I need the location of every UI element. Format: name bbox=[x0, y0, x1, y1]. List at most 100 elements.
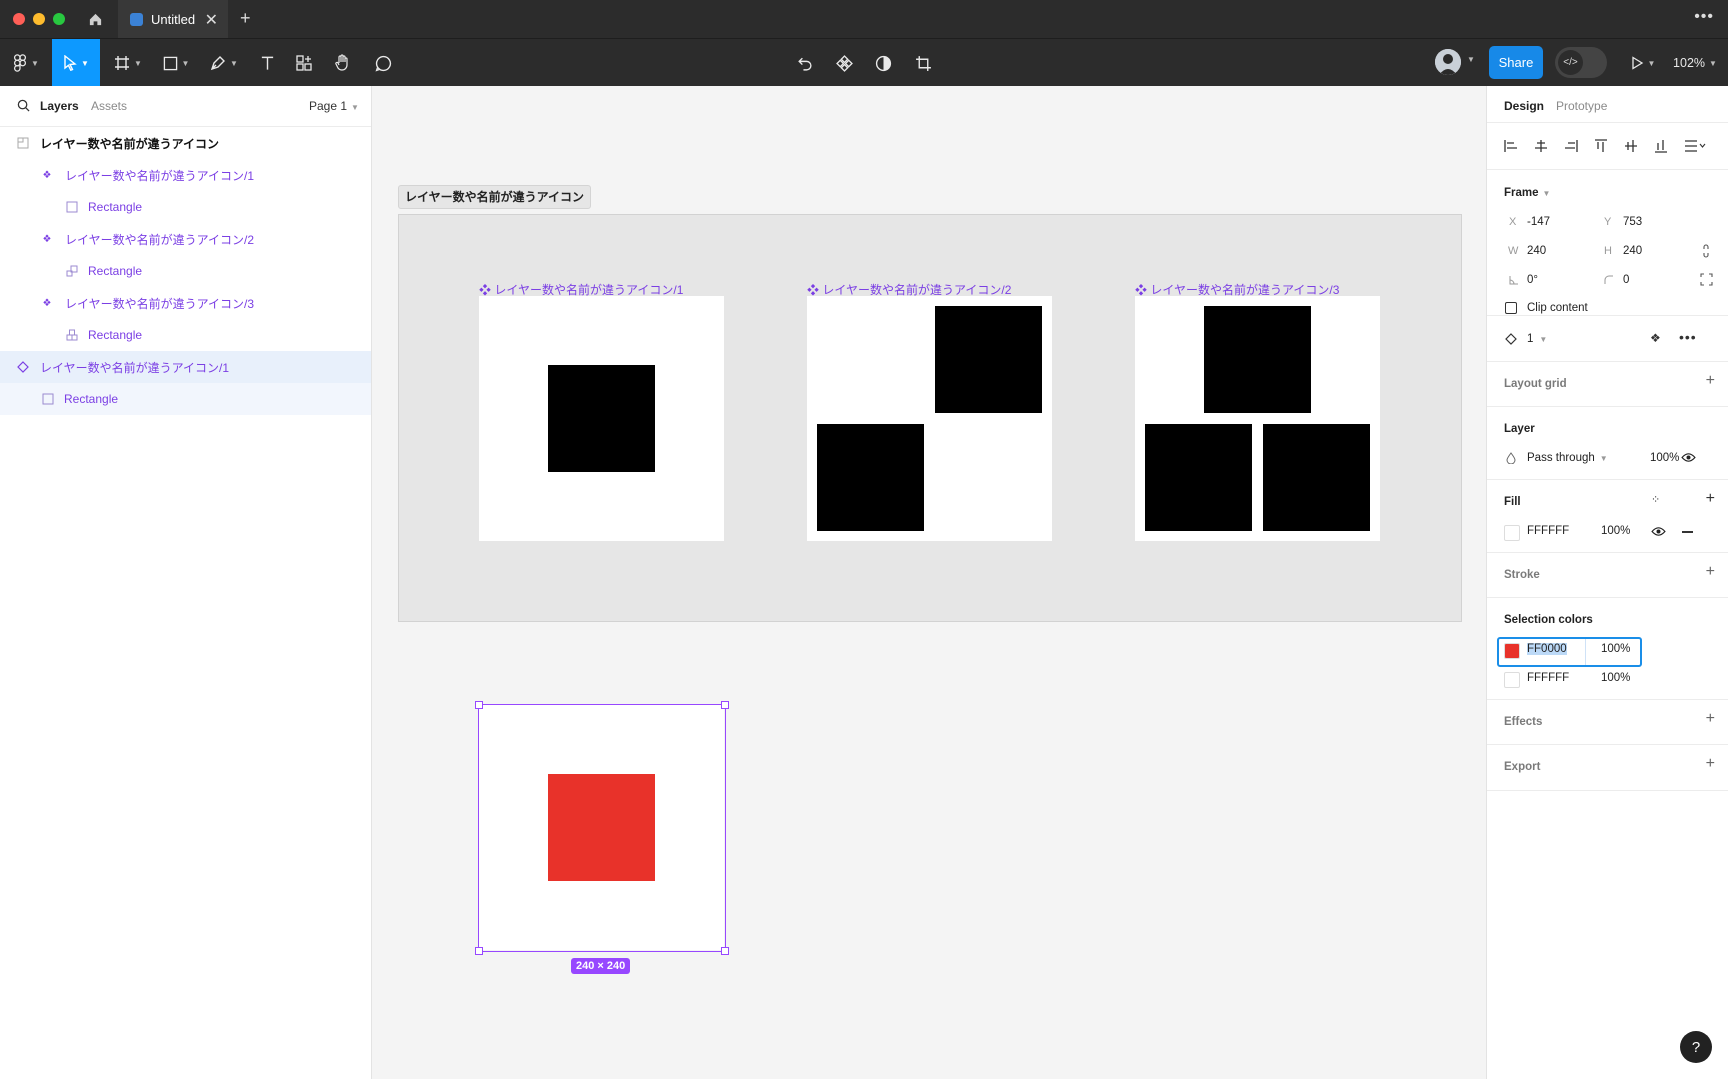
add-fill-icon[interactable]: + bbox=[1706, 490, 1715, 508]
text-tool-button[interactable] bbox=[254, 39, 280, 87]
rectangle[interactable] bbox=[1263, 424, 1370, 531]
component-3[interactable] bbox=[1135, 296, 1380, 541]
close-window-button[interactable] bbox=[13, 13, 25, 25]
layer-row[interactable]: Rectangle bbox=[0, 319, 371, 351]
layer-row[interactable]: ❖ レイヤー数や名前が違うアイコン/2 bbox=[0, 223, 371, 255]
layer-row[interactable]: ❖ レイヤー数や名前が違うアイコン/3 bbox=[0, 287, 371, 319]
selection-color-swatch[interactable] bbox=[1504, 643, 1520, 659]
rotation-input[interactable]: 0° bbox=[1527, 274, 1538, 286]
resize-handle-ne[interactable] bbox=[721, 701, 729, 709]
component-1[interactable] bbox=[479, 296, 724, 541]
pen-tool-button[interactable]: ▼ bbox=[206, 39, 242, 87]
move-tool-button[interactable]: ▼ bbox=[52, 39, 100, 87]
layer-row[interactable]: Rectangle bbox=[0, 383, 371, 415]
align-bottom-icon[interactable] bbox=[1654, 139, 1668, 153]
rectangle[interactable] bbox=[817, 424, 924, 531]
search-icon[interactable] bbox=[17, 99, 30, 112]
comment-tool-button[interactable] bbox=[371, 39, 395, 87]
layer-row[interactable]: レイヤー数や名前が違うアイコン bbox=[0, 127, 371, 159]
maximize-window-button[interactable] bbox=[53, 13, 65, 25]
layer-row-selected[interactable]: レイヤー数や名前が違うアイコン/1 bbox=[0, 351, 371, 383]
visibility-eye-icon[interactable] bbox=[1651, 526, 1666, 537]
close-tab-icon[interactable]: ✕ bbox=[205, 10, 218, 30]
instance-swap-select[interactable]: 1 ▼ bbox=[1527, 333, 1547, 345]
help-button[interactable]: ? bbox=[1680, 1031, 1712, 1063]
rectangle[interactable] bbox=[935, 306, 1042, 413]
align-right-icon[interactable] bbox=[1564, 139, 1578, 153]
independent-corners-icon[interactable] bbox=[1700, 273, 1713, 286]
detach-instance-button[interactable] bbox=[792, 39, 816, 87]
layer-opacity-input[interactable]: 100% bbox=[1650, 452, 1679, 464]
layer-row[interactable]: Rectangle bbox=[0, 191, 371, 223]
fill-hex-input[interactable]: FFFFFF bbox=[1527, 525, 1569, 537]
tab-layers[interactable]: Layers bbox=[40, 99, 79, 113]
remove-fill-icon[interactable] bbox=[1682, 531, 1693, 533]
fill-color-swatch[interactable] bbox=[1504, 525, 1520, 541]
main-menu-button[interactable]: ▼ bbox=[6, 39, 46, 87]
y-input[interactable]: 753 bbox=[1623, 216, 1642, 228]
tab-design[interactable]: Design bbox=[1504, 99, 1544, 113]
styles-grid-icon[interactable]: ⁘ bbox=[1651, 493, 1660, 506]
selection-color-opacity-input[interactable]: 100% bbox=[1601, 672, 1630, 684]
component-button[interactable] bbox=[832, 39, 856, 87]
chevron-down-icon[interactable]: ▼ bbox=[1467, 55, 1475, 64]
add-export-icon[interactable]: + bbox=[1706, 755, 1715, 773]
constrain-proportions-icon[interactable] bbox=[1701, 244, 1711, 258]
resize-handle-nw[interactable] bbox=[475, 701, 483, 709]
page-selector[interactable]: Page 1 ▼ bbox=[309, 99, 359, 113]
rectangle[interactable] bbox=[548, 365, 655, 472]
resize-handle-sw[interactable] bbox=[475, 947, 483, 955]
align-center-vertical-icon[interactable] bbox=[1624, 139, 1638, 153]
dev-mode-toggle[interactable]: </> bbox=[1555, 47, 1607, 78]
user-avatar[interactable] bbox=[1435, 49, 1461, 75]
resize-handle-se[interactable] bbox=[721, 947, 729, 955]
add-layout-grid-icon[interactable]: + bbox=[1706, 372, 1715, 390]
selection-color-opacity-input[interactable]: 100% bbox=[1601, 643, 1630, 655]
shape-tool-button[interactable]: ▼ bbox=[158, 39, 194, 87]
align-center-horizontal-icon[interactable] bbox=[1534, 139, 1548, 153]
mask-button[interactable] bbox=[871, 39, 895, 87]
minimize-window-button[interactable] bbox=[33, 13, 45, 25]
component-2[interactable] bbox=[807, 296, 1052, 541]
present-button[interactable]: ▼ bbox=[1628, 39, 1658, 87]
corner-radius-input[interactable]: 0 bbox=[1623, 274, 1629, 286]
rectangle[interactable] bbox=[1145, 424, 1252, 531]
go-to-main-component-icon[interactable]: ❖ bbox=[1650, 331, 1661, 345]
frame-label[interactable]: レイヤー数や名前が違うアイコン bbox=[398, 185, 592, 209]
blend-mode-select[interactable]: Pass through ▼ bbox=[1527, 452, 1608, 464]
selection-color-swatch[interactable] bbox=[1504, 672, 1520, 688]
tab-prototype[interactable]: Prototype bbox=[1556, 99, 1607, 113]
home-button[interactable] bbox=[78, 0, 112, 38]
selection-color-hex-input[interactable]: FF0000 bbox=[1527, 643, 1567, 655]
add-effect-icon[interactable]: + bbox=[1706, 710, 1715, 728]
width-input[interactable]: 240 bbox=[1527, 245, 1546, 257]
layer-row[interactable]: ❖ レイヤー数や名前が違うアイコン/1 bbox=[0, 159, 371, 191]
file-tab[interactable]: Untitled ✕ bbox=[118, 0, 228, 38]
distribute-icon[interactable] bbox=[1684, 139, 1706, 153]
zoom-menu[interactable]: 102% ▼ bbox=[1670, 39, 1720, 87]
visibility-eye-icon[interactable] bbox=[1681, 452, 1696, 463]
resources-button[interactable] bbox=[292, 39, 316, 87]
frame-title[interactable]: Frame ▼ bbox=[1504, 187, 1550, 199]
component-name: レイヤー数や名前が違うアイコン/3 bbox=[1150, 283, 1340, 297]
add-stroke-icon[interactable]: + bbox=[1706, 563, 1715, 581]
share-button[interactable]: Share bbox=[1489, 46, 1543, 79]
rectangle[interactable] bbox=[1204, 306, 1311, 413]
more-options-icon[interactable]: ••• bbox=[1679, 329, 1697, 345]
fill-opacity-input[interactable]: 100% bbox=[1601, 525, 1630, 537]
align-left-icon[interactable] bbox=[1504, 139, 1518, 153]
design-canvas[interactable]: レイヤー数や名前が違うアイコン ❖ レイヤー数や名前が違うアイコン/1 ❖ レイ… bbox=[372, 86, 1486, 1079]
rectangle-group-icon bbox=[66, 265, 78, 277]
clip-content-checkbox[interactable] bbox=[1505, 302, 1517, 314]
hand-tool-button[interactable] bbox=[331, 39, 355, 87]
height-input[interactable]: 240 bbox=[1623, 245, 1642, 257]
more-menu-icon[interactable]: ••• bbox=[1694, 8, 1714, 26]
align-top-icon[interactable] bbox=[1594, 139, 1608, 153]
tab-assets[interactable]: Assets bbox=[91, 99, 127, 113]
new-tab-button[interactable]: + bbox=[240, 8, 251, 29]
crop-button[interactable] bbox=[911, 39, 935, 87]
frame-tool-button[interactable]: ▼ bbox=[110, 39, 146, 87]
x-input[interactable]: -147 bbox=[1527, 216, 1550, 228]
layer-row[interactable]: Rectangle bbox=[0, 255, 371, 287]
selection-color-hex-input[interactable]: FFFFFF bbox=[1527, 672, 1569, 684]
